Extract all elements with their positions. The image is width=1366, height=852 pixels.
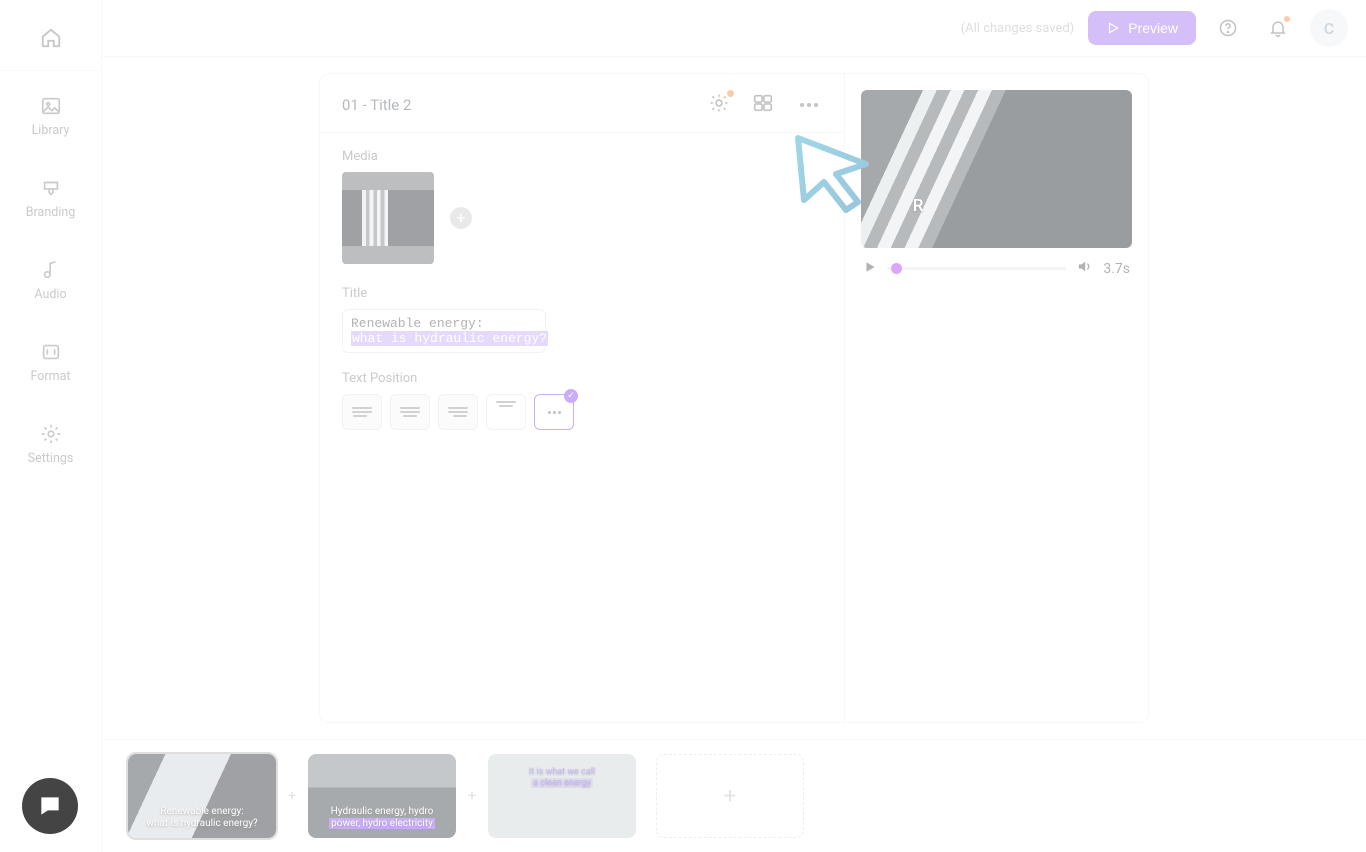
aspect-ratio-icon	[40, 341, 62, 363]
slide-editor: 01 - Title 2 Media	[320, 74, 845, 722]
sidebar: Library Branding Audio Format Settings	[0, 0, 102, 852]
text-position-right[interactable]	[438, 394, 478, 430]
timeline-slide-3[interactable]: It is what we calla clean energy	[488, 754, 636, 838]
preview-button[interactable]: Preview	[1088, 11, 1196, 45]
brush-icon	[40, 177, 62, 199]
text-position-top[interactable]	[486, 394, 526, 430]
preview-video[interactable]: R	[861, 90, 1132, 248]
sidebar-item-format[interactable]: Format	[0, 325, 101, 399]
slide-card: 01 - Title 2 Media	[319, 73, 1149, 723]
text-position-more[interactable]	[534, 394, 574, 430]
avatar-initial: C	[1324, 19, 1334, 38]
chat-fab[interactable]	[22, 778, 78, 834]
bell-icon	[1268, 18, 1288, 38]
preview-duration: 3.7s	[1103, 261, 1130, 277]
gear-icon	[708, 92, 730, 114]
music-note-icon	[40, 259, 62, 281]
timeline-slide-1[interactable]: Renewable energy:what is hydraulic energ…	[128, 754, 276, 838]
sidebar-item-label: Audio	[34, 287, 66, 302]
sidebar-item-label: Settings	[28, 451, 74, 466]
title-line-1: Renewable energy:	[351, 316, 537, 331]
sidebar-item-branding[interactable]: Branding	[0, 161, 101, 235]
preview-panel: R 3.7s	[845, 74, 1148, 722]
help-button[interactable]	[1210, 10, 1246, 46]
media-thumbnail[interactable]	[342, 172, 434, 264]
sidebar-item-audio[interactable]: Audio	[0, 243, 101, 317]
play-icon	[1106, 21, 1120, 35]
help-icon	[1218, 18, 1238, 38]
preview-play-button[interactable]	[863, 259, 877, 278]
home-icon	[40, 27, 62, 49]
avatar[interactable]: C	[1310, 9, 1348, 47]
notifications-button[interactable]	[1260, 10, 1296, 46]
image-icon	[40, 95, 62, 117]
timeline-insert-button-1[interactable]: +	[284, 788, 300, 804]
sidebar-item-library[interactable]: Library	[0, 79, 101, 153]
timeline: Renewable energy:what is hydraulic energ…	[102, 739, 1366, 852]
volume-icon	[1076, 258, 1093, 275]
save-status: (All changes saved)	[961, 21, 1074, 36]
chat-icon	[37, 793, 63, 819]
timeline-slide-2[interactable]: Hydraulic energy, hydropower, hydro elec…	[308, 754, 456, 838]
sidebar-item-settings[interactable]: Settings	[0, 407, 101, 481]
layout-button[interactable]	[752, 92, 774, 118]
slide-header-title: 01 - Title 2	[342, 96, 411, 114]
title-input[interactable]: Renewable energy: what is hydraulic ener…	[342, 309, 546, 353]
play-icon	[863, 260, 877, 274]
preview-volume-button[interactable]	[1076, 258, 1093, 279]
text-position-left[interactable]	[342, 394, 382, 430]
sidebar-item-label: Branding	[26, 205, 76, 220]
home-button[interactable]	[31, 18, 71, 58]
add-media-button[interactable]: +	[450, 207, 472, 229]
preview-button-label: Preview	[1128, 20, 1178, 36]
sidebar-item-label: Format	[31, 369, 71, 384]
canvas: 01 - Title 2 Media	[102, 57, 1366, 739]
gear-icon	[40, 423, 62, 445]
preview-scrubber[interactable]	[887, 267, 1067, 270]
more-button[interactable]	[796, 99, 822, 111]
timeline-add-slide-button[interactable]: +	[656, 754, 804, 838]
topbar: (All changes saved) Preview C	[102, 0, 1366, 57]
text-position-center[interactable]	[390, 394, 430, 430]
slide-settings-button[interactable]	[708, 92, 730, 118]
sidebar-item-label: Library	[32, 123, 70, 138]
title-line-2-highlighted: what is hydraulic energy?	[351, 331, 548, 346]
media-section-label: Media	[342, 149, 822, 164]
text-position-label: Text Position	[342, 371, 822, 386]
title-section-label: Title	[342, 286, 822, 301]
preview-overlay-text: R	[913, 196, 924, 216]
timeline-insert-button-2[interactable]: +	[464, 788, 480, 804]
layout-icon	[752, 92, 774, 114]
